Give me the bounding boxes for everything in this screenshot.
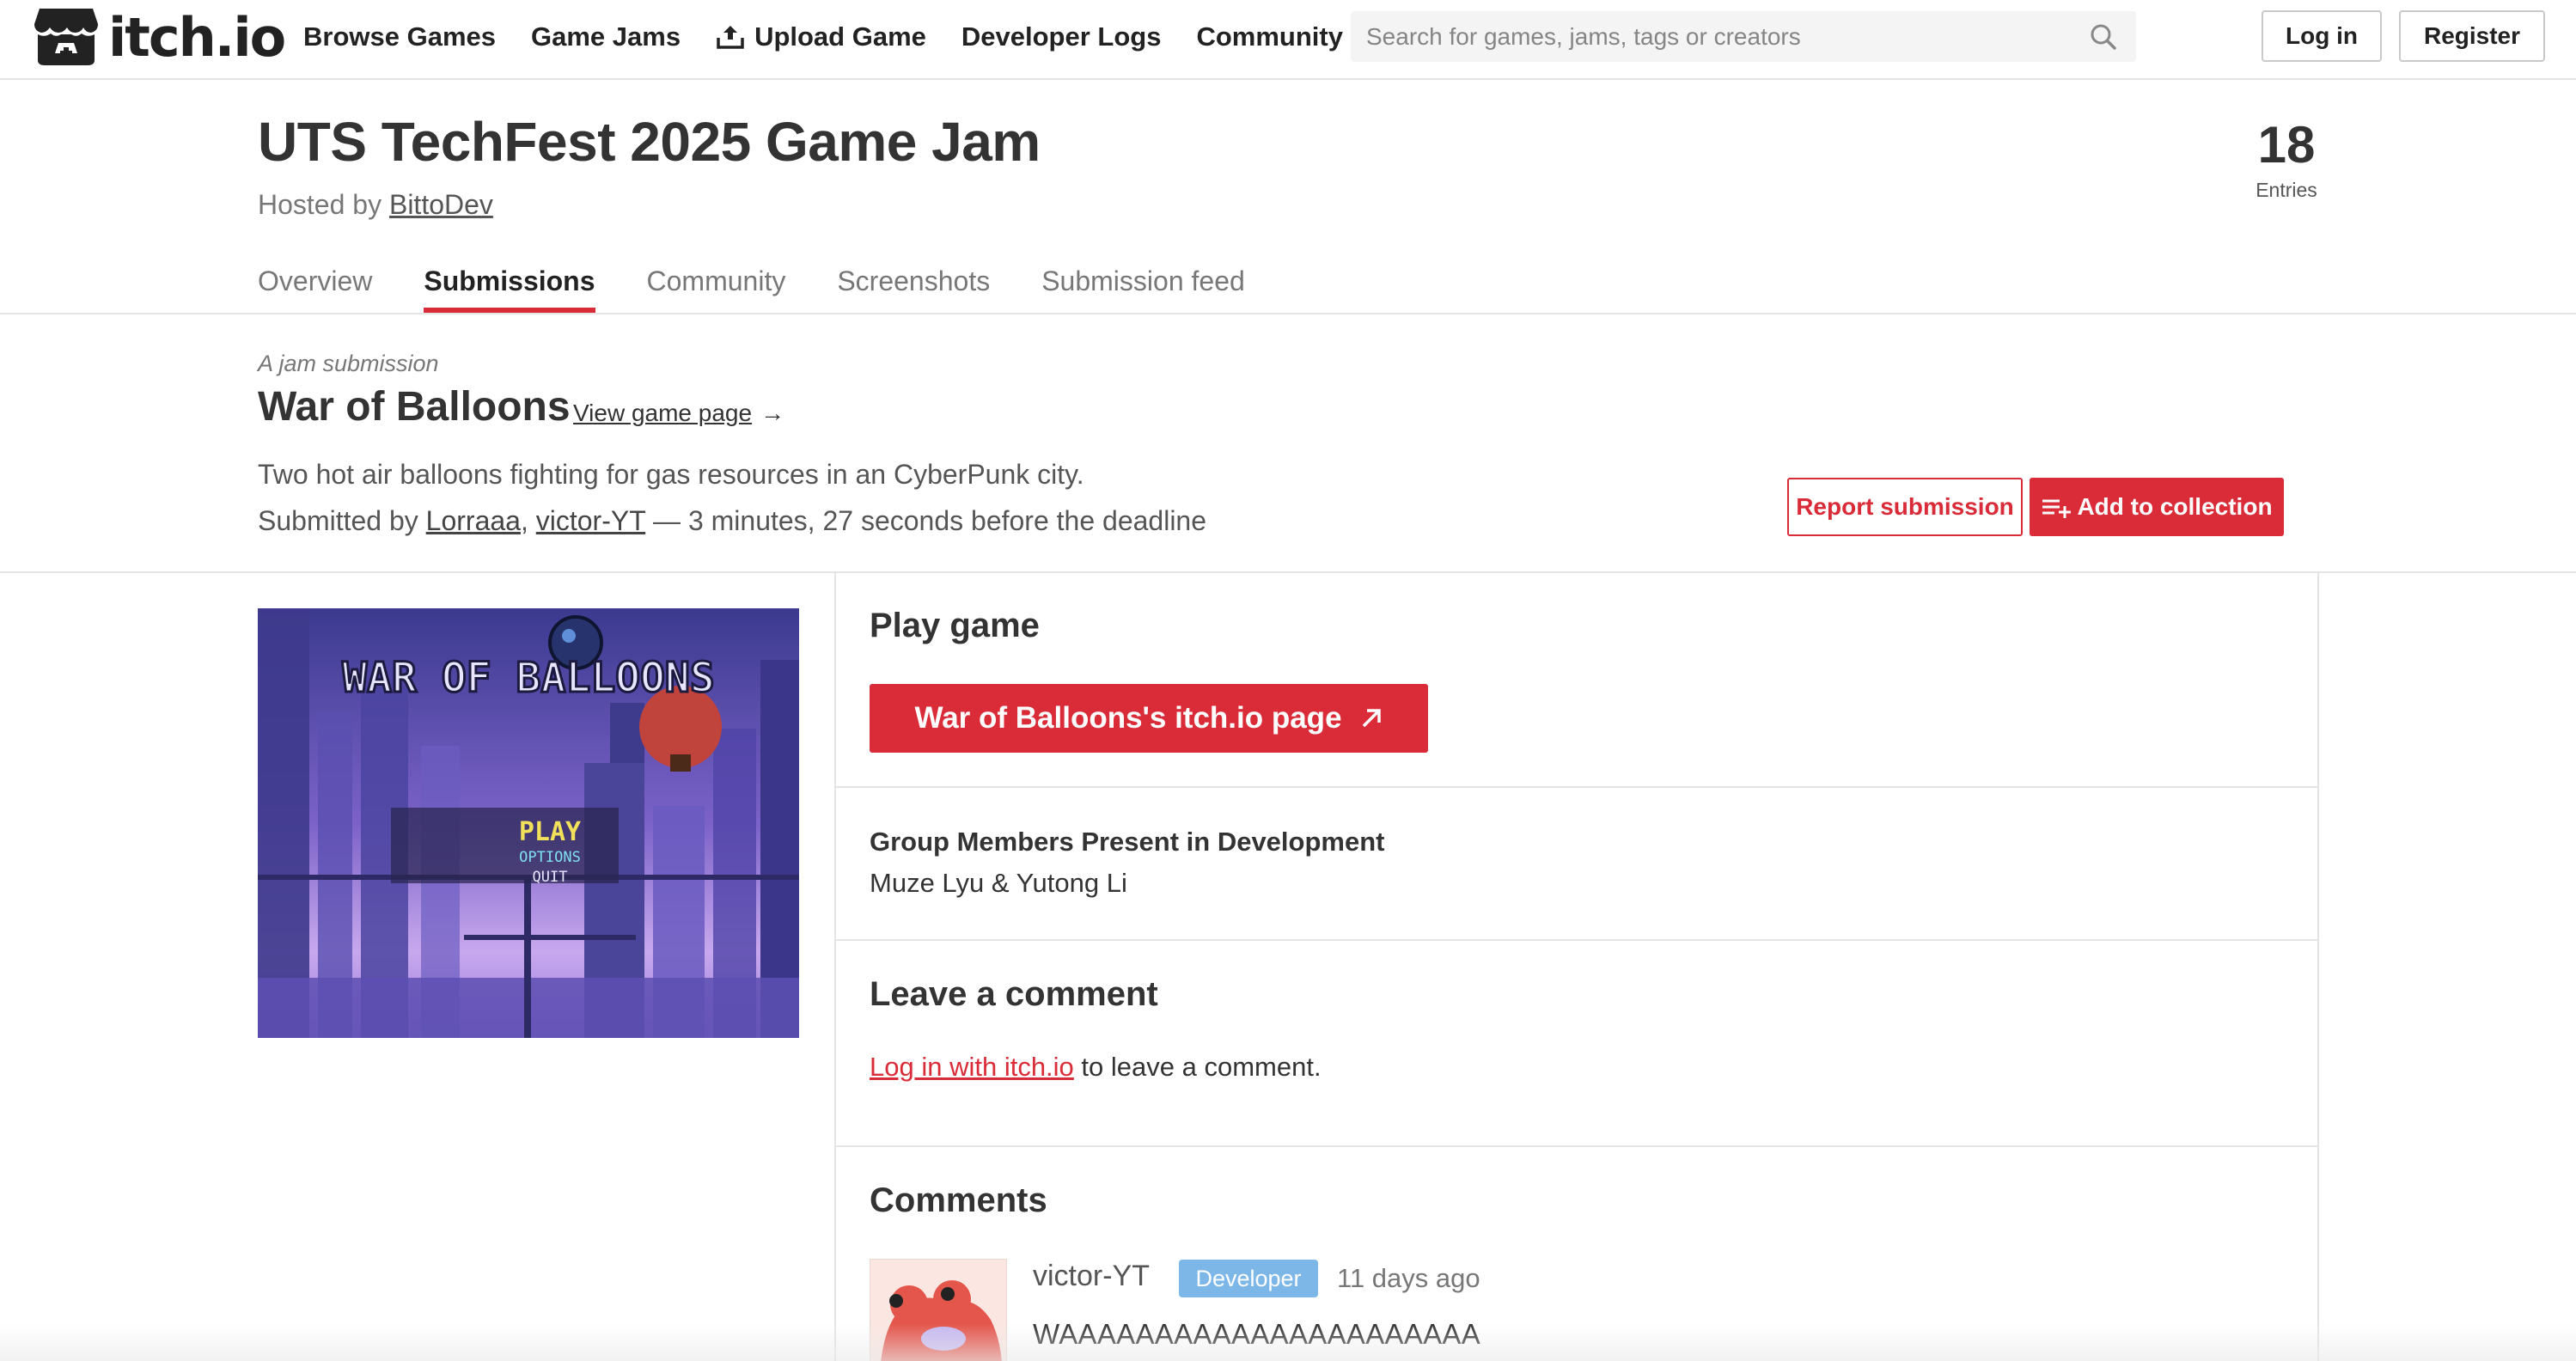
play-game-button-label: War of Balloons's itch.io page	[914, 701, 1342, 735]
add-to-collection-label: Add to collection	[2077, 493, 2273, 520]
jam-tabs: Overview Submissions Community Screensho…	[258, 259, 1297, 313]
screenshot-title-text: WAR OF BALLOONS	[342, 654, 714, 702]
report-submission-button[interactable]: Report submission	[1787, 478, 2023, 536]
login-with-itchio-link[interactable]: Log in with itch.io	[870, 1052, 1074, 1082]
login-suffix-text: to leave a comment.	[1073, 1052, 1322, 1082]
search-box	[1351, 11, 2136, 62]
search-input[interactable]	[1366, 11, 2071, 62]
itchio-logo[interactable]: itch.io	[33, 5, 286, 69]
play-game-heading: Play game	[870, 607, 1040, 644]
leave-comment-heading: Leave a comment	[870, 975, 1158, 1013]
register-button[interactable]: Register	[2399, 10, 2545, 62]
author-separator: ,	[520, 505, 528, 536]
search-icon[interactable]	[2090, 23, 2117, 51]
add-to-collection-button[interactable]: Add to collection	[2030, 478, 2284, 536]
view-game-page-link[interactable]: View game page →	[573, 400, 784, 427]
nav-browse-games[interactable]: Browse Games	[303, 21, 496, 52]
tab-submission-feed[interactable]: Submission feed	[1041, 259, 1245, 313]
author-link[interactable]: Lorraaa	[426, 505, 521, 536]
column-border	[834, 573, 836, 1361]
entries-stat[interactable]: 18 Entries	[2234, 112, 2339, 202]
nav-developer-logs[interactable]: Developer Logs	[961, 21, 1162, 52]
submission-kicker: A jam submission	[258, 351, 439, 376]
tab-overview[interactable]: Overview	[258, 259, 372, 313]
field-label: Group Members Present in Development	[870, 827, 1385, 857]
site-header: itch.io Browse Games Game Jams Upload Ga…	[0, 0, 2576, 80]
field-value: Muze Lyu & Yutong Li	[870, 868, 1127, 898]
entries-count: 18	[2257, 116, 2316, 174]
main-nav: Browse Games Game Jams Upload Game Devel…	[303, 0, 1378, 74]
nav-upload-game[interactable]: Upload Game	[716, 21, 926, 52]
tab-screenshots[interactable]: Screenshots	[837, 259, 990, 313]
comment-timestamp: 11 days ago	[1337, 1263, 1480, 1293]
developer-badge: Developer	[1179, 1260, 1318, 1297]
host-link[interactable]: BittoDev	[389, 189, 493, 220]
screenshot-menu-quit: QUIT	[533, 869, 568, 886]
frog-avatar-icon	[870, 1260, 1006, 1361]
game-description: Two hot air balloons fighting for gas re…	[258, 459, 1084, 490]
arrow-right-icon: →	[760, 400, 785, 426]
hosted-by-label: Hosted by	[258, 189, 382, 220]
add-to-list-icon	[2042, 499, 2072, 518]
nav-label: Upload Game	[754, 21, 926, 52]
jam-title: UTS TechFest 2025 Game Jam	[258, 111, 1041, 173]
upload-icon	[717, 26, 744, 49]
nav-label: Browse Games	[303, 21, 496, 52]
game-screenshot[interactable]: WAR OF BALLOONS PLAY OPTIONS QUIT	[258, 608, 799, 1038]
nav-game-jams[interactable]: Game Jams	[531, 21, 681, 52]
submitted-by-label: Submitted by	[258, 505, 418, 536]
tabs-divider	[0, 313, 2576, 314]
logo-text: itch.io	[108, 5, 286, 69]
game-screenshot-art: WAR OF BALLOONS PLAY OPTIONS QUIT	[258, 608, 799, 1038]
login-button[interactable]: Log in	[2262, 10, 2382, 62]
avatar[interactable]	[870, 1259, 1007, 1361]
author-link[interactable]: victor-YT	[536, 505, 645, 536]
comment-author-link[interactable]: victor-YT	[1033, 1260, 1150, 1293]
screenshot-menu-options: OPTIONS	[519, 849, 581, 866]
jam-host-line: Hosted by BittoDev	[258, 189, 493, 221]
section-divider	[836, 1145, 2317, 1147]
game-title: War of Balloons	[258, 384, 571, 430]
tab-community[interactable]: Community	[647, 259, 786, 313]
nav-label: Developer Logs	[961, 21, 1162, 52]
external-link-icon	[1362, 709, 1381, 728]
view-game-page-label: View game page	[573, 400, 753, 426]
submitted-by-line: Submitted by Lorraaa, victor-YT — 3 minu…	[258, 505, 1206, 537]
comments-heading: Comments	[870, 1181, 1047, 1219]
section-divider	[836, 786, 2317, 788]
comment-body: WAAAAAAAAAAAAAAAAAAAAAA	[1033, 1318, 1481, 1350]
nav-community[interactable]: Community	[1196, 21, 1343, 52]
tab-submissions[interactable]: Submissions	[424, 259, 595, 313]
screenshot-menu-play: PLAY	[519, 817, 581, 847]
login-to-comment-line: Log in with itch.io to leave a comment.	[870, 1052, 1322, 1083]
submission-divider	[0, 571, 2576, 573]
itchio-logo-icon	[34, 9, 98, 65]
column-border	[2317, 573, 2319, 1361]
deadline-text: — 3 minutes, 27 seconds before the deadl…	[653, 505, 1207, 536]
play-game-button[interactable]: War of Balloons's itch.io page	[870, 684, 1428, 753]
nav-label: Game Jams	[531, 21, 681, 52]
nav-label: Community	[1196, 21, 1343, 52]
section-divider	[836, 939, 2317, 941]
entries-label: Entries	[2256, 179, 2317, 201]
